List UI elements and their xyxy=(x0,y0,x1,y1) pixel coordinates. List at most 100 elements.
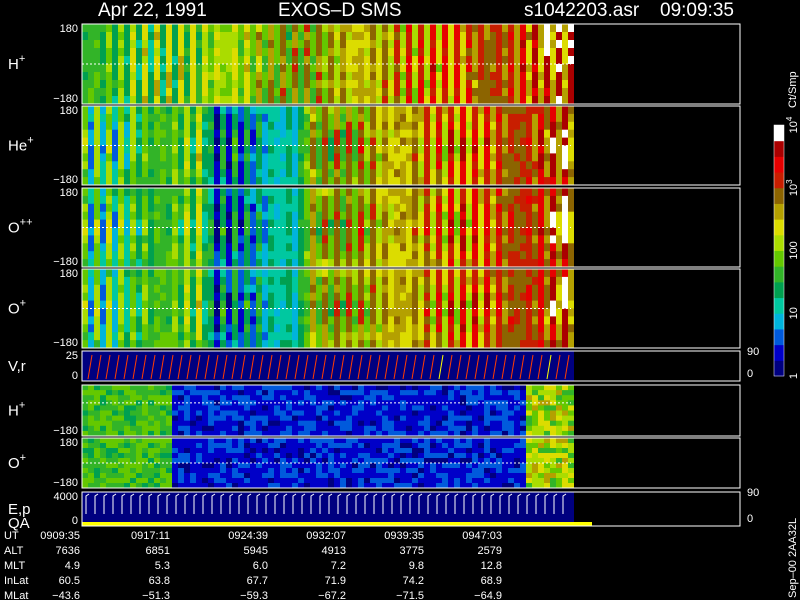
colorbar-label: 103 xyxy=(785,179,800,196)
panel-5: V,r 25 0 90 0 xyxy=(8,346,759,382)
y-tick-top: 180 xyxy=(60,105,78,117)
time-axis-value: −64.9 xyxy=(474,590,502,600)
panel-label-6: H+ xyxy=(8,400,25,420)
time-axis-value: 0917:11 xyxy=(131,530,170,542)
panel-label-3: O++ xyxy=(8,217,33,237)
time-axis-row-label: InLat xyxy=(4,575,28,587)
panel-6: H+ −180 xyxy=(8,384,741,437)
plot-date: Apr 22, 1991 xyxy=(98,0,207,21)
y-tick-bottom: 0 xyxy=(72,515,78,527)
time-axis-value: 7.2 xyxy=(331,560,346,572)
colorbar: 104 103 100 10 1 xyxy=(773,116,800,379)
time-axis-value: −43.6 xyxy=(52,590,80,600)
time-axis-value: 71.9 xyxy=(325,575,346,587)
time-axis-value: 5945 xyxy=(244,545,268,557)
plot-time: 09:09:35 xyxy=(660,0,734,21)
y-tick-bottom: 0 xyxy=(72,370,78,382)
y-tick-bottom: −180 xyxy=(53,256,78,268)
time-axis-value: 12.8 xyxy=(481,560,502,572)
panel-label-1: H+ xyxy=(8,53,25,73)
panel-3: O++ 180 −180 xyxy=(8,187,741,268)
panel-label-2: He+ xyxy=(8,135,34,155)
time-axis-value: 6.0 xyxy=(253,560,268,572)
colorbar-label: 100 xyxy=(788,241,800,259)
time-axis-value: 67.7 xyxy=(247,575,268,587)
time-axis-value: 0947:03 xyxy=(462,530,502,542)
time-axis-value: 60.5 xyxy=(59,575,80,587)
panel-1: H+ 180 −180 xyxy=(8,23,741,105)
colorbar-segment xyxy=(774,313,784,330)
time-axis-table: UT ALT MLT InLat MLat 0909:35 7636 4.9 60.5 −43.6… xyxy=(4,530,502,600)
panel-label-4: O+ xyxy=(8,298,26,318)
time-axis-value: 9.8 xyxy=(409,560,424,572)
panel-8: E,pQA40000900 xyxy=(8,487,759,532)
colorbar-label: 10 xyxy=(788,307,800,319)
panel-2: He+ 180 −180 xyxy=(8,105,741,186)
time-axis-value: 3775 xyxy=(400,545,424,557)
colorbar-segment xyxy=(774,250,784,267)
y-tick-top: 180 xyxy=(60,187,78,199)
panels-group: H+180−180He+180−180O++180−180O+180−180V,… xyxy=(8,23,759,532)
y-tick-top: 180 xyxy=(60,437,78,449)
footer-code: Sep–00 2AA32L xyxy=(787,518,799,598)
panel-7: O+ 180 −180 xyxy=(8,437,741,489)
time-axis-value: −67.2 xyxy=(318,590,346,600)
time-axis-value: 6851 xyxy=(146,545,170,557)
time-axis-value: 5.3 xyxy=(155,560,170,572)
colorbar-segment xyxy=(774,156,784,173)
time-axis-value: 0932:07 xyxy=(306,530,346,542)
colorbar-segment xyxy=(774,234,784,251)
colorbar-segment xyxy=(774,219,784,236)
time-axis-value: 68.9 xyxy=(481,575,502,587)
right-tick-top: 90 xyxy=(747,346,759,358)
time-axis-row-label: MLat xyxy=(4,590,28,600)
plot-file: s1042203.asr xyxy=(524,0,640,21)
time-axis-value: −71.5 xyxy=(396,590,424,600)
right-tick-bottom: 0 xyxy=(747,368,753,380)
time-axis-value: 4913 xyxy=(322,545,346,557)
time-axis-value: 4.9 xyxy=(65,560,80,572)
time-axis-value: 7636 xyxy=(56,545,80,557)
colorbar-segment xyxy=(774,266,784,283)
y-tick-top: 25 xyxy=(66,350,78,362)
colorbar-segment xyxy=(774,125,784,142)
time-axis-row-label: MLT xyxy=(4,560,25,572)
panel-4: O+ 180 −180 xyxy=(8,268,741,349)
colorbar-segment xyxy=(774,328,784,346)
time-axis-value: 0924:39 xyxy=(228,530,268,542)
colorbar-segment xyxy=(774,297,784,314)
colorbar-segment xyxy=(774,187,784,204)
time-axis-row-label: ALT xyxy=(4,545,24,557)
colorbar-segment xyxy=(774,360,784,377)
spectrogram-plot: Apr 22, 1991 EXOS–D SMS s1042203.asr 09:… xyxy=(4,0,800,600)
y-tick-top: 180 xyxy=(60,23,78,35)
y-tick-bottom: −180 xyxy=(53,477,78,489)
time-axis-value: 0939:35 xyxy=(384,530,424,542)
colorbar-label: 1 xyxy=(788,373,800,379)
time-axis-value: 0909:35 xyxy=(40,530,80,542)
colorbar-unit: Ct/Smp xyxy=(787,71,799,108)
y-tick-bottom: −180 xyxy=(53,337,78,349)
colorbar-segment xyxy=(774,344,784,361)
panel-label-5: V,r xyxy=(8,358,26,375)
colorbar-segment xyxy=(774,140,784,157)
colorbar-segment xyxy=(774,203,784,220)
colorbar-segment xyxy=(774,172,784,189)
panel-label-7: O+ xyxy=(8,452,26,472)
right-tick-top: 90 xyxy=(747,487,759,499)
time-axis-value: 2579 xyxy=(478,545,502,557)
y-tick-bottom: −180 xyxy=(53,174,78,186)
plot-mission: EXOS–D SMS xyxy=(278,0,402,21)
colorbar-label: 104 xyxy=(785,116,800,133)
right-tick-bottom: 0 xyxy=(747,513,753,525)
colorbar-segment xyxy=(774,281,784,299)
y-tick-top: 4000 xyxy=(54,491,78,503)
time-axis-value: −59.3 xyxy=(240,590,268,600)
time-axis-row-label: UT xyxy=(4,530,19,542)
time-axis-value: 63.8 xyxy=(149,575,170,587)
y-tick-top: 180 xyxy=(60,268,78,280)
y-tick-bottom: −180 xyxy=(53,425,78,437)
time-axis-value: −51.3 xyxy=(142,590,170,600)
time-axis-value: 74.2 xyxy=(403,575,424,587)
y-tick-bottom: −180 xyxy=(53,93,78,105)
